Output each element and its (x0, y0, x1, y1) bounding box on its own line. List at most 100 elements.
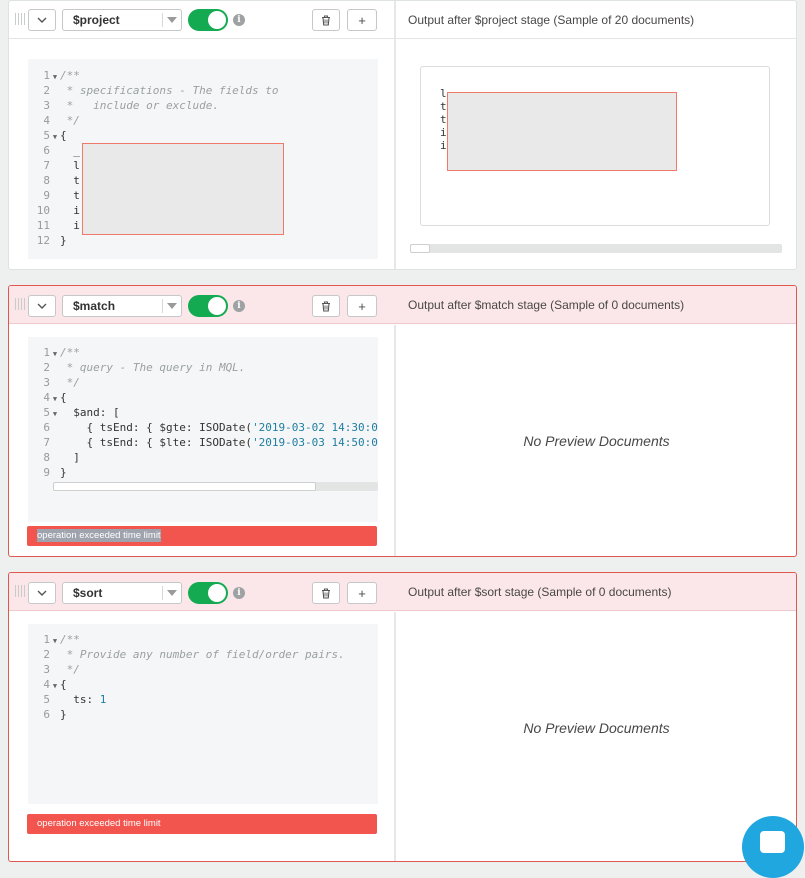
output-title: Output after $match stage (Sample of 0 d… (408, 298, 685, 312)
chevron-down-icon (37, 17, 47, 23)
info-icon[interactable]: i (233, 14, 245, 26)
code-line: 2 * Provide any number of field/order pa… (28, 647, 345, 662)
drag-handle-icon[interactable] (15, 585, 25, 597)
no-preview-message: No Preview Documents (523, 433, 670, 449)
code-line: 2 * query - The query in MQL. (28, 360, 245, 375)
code-token: { (60, 129, 67, 142)
preview-scrollbar[interactable] (410, 244, 782, 253)
add-stage-button[interactable]: + (347, 295, 377, 317)
chat-widget-button[interactable] (742, 816, 804, 878)
code-line: 1 ▼/** (28, 345, 80, 360)
code-token: */ (60, 663, 80, 676)
code-line: 5 ▼{ (28, 128, 67, 143)
no-preview-message: No Preview Documents (523, 720, 670, 736)
trash-icon (322, 300, 330, 312)
caret-down-icon (167, 303, 177, 309)
code-line: 4 */ (28, 113, 80, 128)
line-number: 8 (43, 174, 50, 187)
code-line: 7 l (28, 158, 80, 173)
stage-operator-value: $project (73, 13, 120, 27)
drag-handle-icon[interactable] (15, 13, 25, 25)
line-number: 5 (43, 693, 50, 706)
line-number: 1 (43, 633, 50, 646)
stage-divider (394, 612, 396, 861)
code-line: 4 ▼{ (28, 390, 67, 405)
stage-match: $match i + Output after $match stage (Sa… (8, 285, 797, 557)
preview-field: t (440, 100, 447, 113)
code-token: '2019-03-03 14:50:00 (252, 436, 378, 449)
trash-icon (322, 14, 330, 26)
line-number: 6 (43, 144, 50, 157)
code-token: { (60, 391, 67, 404)
line-number: 2 (43, 648, 50, 661)
add-stage-button[interactable]: + (347, 582, 377, 604)
code-editor[interactable]: 1 ▼/** 2 * query - The query in MQL. 3 */4 ▼… (28, 337, 378, 522)
add-stage-button[interactable]: + (347, 9, 377, 31)
code-token: * Provide any number of field/order pair… (60, 648, 345, 661)
line-number: 3 (43, 376, 50, 389)
stage-operator-select[interactable]: $sort (62, 582, 182, 604)
line-number: 6 (43, 708, 50, 721)
stage-divider (394, 1, 396, 269)
code-token: t (60, 189, 80, 202)
code-line: 5 ▼ $and: [ (28, 405, 120, 420)
line-number: 1 (43, 69, 50, 82)
delete-stage-button[interactable] (312, 582, 340, 604)
code-token: 1 (99, 693, 107, 706)
line-number: 2 (43, 361, 50, 374)
collapse-button[interactable] (28, 9, 56, 31)
code-token: /** (60, 346, 80, 359)
code-token: * include or exclude. (60, 99, 219, 112)
line-number: 12 (36, 234, 50, 247)
drag-handle-icon[interactable] (15, 298, 25, 310)
caret-down-icon (167, 590, 177, 596)
code-line: 10 i (28, 203, 80, 218)
chevron-down-icon (37, 590, 47, 596)
delete-stage-button[interactable] (312, 295, 340, 317)
stage-enable-toggle[interactable] (188, 295, 228, 317)
preview-field: i (440, 126, 447, 139)
code-token: } (60, 234, 67, 247)
trash-icon (322, 587, 330, 599)
code-token: */ (60, 376, 80, 389)
line-number: 3 (43, 663, 50, 676)
code-line: 11 i (28, 218, 80, 233)
line-number: 2 (43, 84, 50, 97)
delete-stage-button[interactable] (312, 9, 340, 31)
code-line: 7 { tsEnd: { $lte: ISODate('2019-03-03 1… (28, 435, 378, 450)
stage-operator-select[interactable]: $project (62, 9, 182, 31)
line-number: 1 (43, 346, 50, 359)
output-title: Output after $project stage (Sample of 2… (408, 13, 695, 27)
collapse-button[interactable] (28, 295, 56, 317)
code-editor[interactable]: 1 ▼/** 2 * Provide any number of field/ord… (28, 624, 378, 804)
code-token: { (60, 678, 67, 691)
editor-scrollbar[interactable] (53, 482, 378, 491)
code-token: { tsEnd: { $gte: ISODate( (60, 421, 253, 434)
line-number: 7 (43, 436, 50, 449)
code-token: _ (60, 144, 80, 157)
line-number: 7 (43, 159, 50, 172)
code-line: 2 * specifications - The fields to (28, 83, 278, 98)
line-number: 4 (43, 391, 50, 404)
code-token: /** (60, 633, 80, 646)
line-number: 5 (43, 129, 50, 142)
code-line: 8 t (28, 173, 80, 188)
stage-enable-toggle[interactable] (188, 9, 228, 31)
caret-down-icon (167, 17, 177, 23)
stage-operator-select[interactable]: $match (62, 295, 182, 317)
code-line: 3 */ (28, 662, 80, 677)
info-icon[interactable]: i (233, 587, 245, 599)
code-token: '2019-03-02 14:30:00 (252, 421, 378, 434)
info-icon[interactable]: i (233, 300, 245, 312)
collapse-button[interactable] (28, 582, 56, 604)
preview-field: t (440, 113, 447, 126)
code-token: /** (60, 69, 80, 82)
code-token: } (60, 708, 67, 721)
code-token: $and: [ (60, 406, 120, 419)
line-number: 6 (43, 421, 50, 434)
redacted-region (82, 143, 284, 235)
code-token: } (60, 466, 67, 479)
code-token: ] (60, 451, 80, 464)
code-token: { tsEnd: { $lte: ISODate( (60, 436, 253, 449)
stage-enable-toggle[interactable] (188, 582, 228, 604)
